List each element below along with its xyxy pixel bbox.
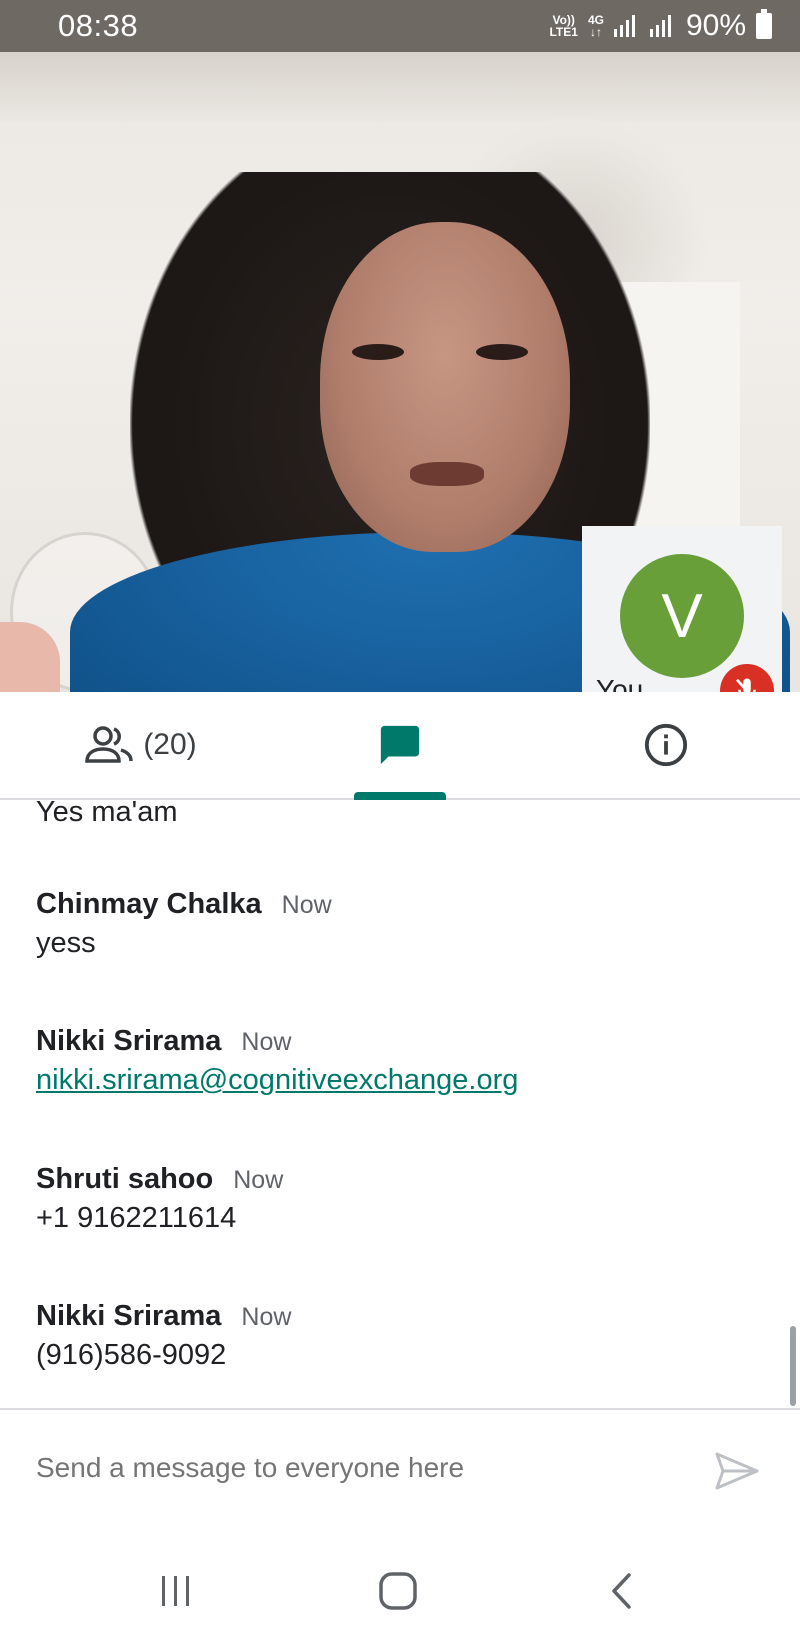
message-text: Yes ma'am bbox=[36, 800, 178, 828]
active-tab-indicator bbox=[354, 792, 446, 800]
recent-apps-icon bbox=[162, 1576, 189, 1606]
signal-icon bbox=[613, 15, 635, 37]
self-view-tile[interactable]: V You bbox=[582, 526, 782, 692]
message-sender: Nikki Srirama bbox=[36, 1025, 222, 1057]
back-icon bbox=[612, 1573, 631, 1609]
self-avatar: V bbox=[620, 554, 744, 678]
send-icon bbox=[715, 1452, 759, 1490]
recent-apps-button[interactable] bbox=[146, 1566, 206, 1616]
eye bbox=[352, 344, 404, 360]
message-time: Now bbox=[281, 891, 332, 919]
main-video-feed[interactable]: V You bbox=[0, 52, 800, 692]
chat-icon bbox=[380, 725, 420, 765]
tab-info[interactable] bbox=[626, 692, 706, 798]
back-button[interactable] bbox=[592, 1566, 652, 1616]
chat-message: Chinmay Chalka Now yess bbox=[36, 888, 756, 960]
participant-face bbox=[320, 222, 570, 552]
message-composer bbox=[0, 1408, 800, 1538]
signal-icon-2 bbox=[649, 15, 671, 37]
status-bar: 08:38 Vo)) LTE1 4G ↓↑ 90% bbox=[0, 0, 800, 52]
tab-chat[interactable] bbox=[350, 692, 450, 798]
message-text: +1 9162211614 bbox=[36, 1202, 237, 1234]
home-button[interactable] bbox=[368, 1566, 428, 1616]
chat-message: Nikki Srirama Now nikki.srirama@cognitiv… bbox=[36, 1025, 756, 1097]
home-icon bbox=[379, 1572, 417, 1610]
send-button[interactable] bbox=[712, 1446, 762, 1496]
message-text: yess bbox=[36, 927, 96, 959]
battery-percent: 90% bbox=[685, 9, 746, 42]
message-time: Now bbox=[241, 1303, 292, 1331]
mic-muted-badge bbox=[720, 664, 774, 692]
chat-message: Shruti sahoo Now +1 9162211614 bbox=[36, 1163, 756, 1235]
volte-icon: Vo)) LTE1 bbox=[549, 13, 578, 39]
self-label: You bbox=[596, 674, 644, 692]
chat-messages[interactable]: Yes ma'am Chinmay Chalka Now yess Nikki … bbox=[0, 800, 800, 1408]
message-sender: Shruti sahoo bbox=[36, 1163, 214, 1195]
chat-message: Nikki Srirama Now (916)586-9092 bbox=[36, 1300, 756, 1372]
message-sender: Nikki Srirama bbox=[36, 1300, 222, 1332]
status-time: 08:38 bbox=[58, 8, 139, 43]
chat-scrollbar[interactable] bbox=[790, 1326, 796, 1406]
info-icon bbox=[644, 723, 688, 767]
mic-off-icon bbox=[735, 678, 756, 692]
eye bbox=[476, 344, 528, 360]
message-input[interactable] bbox=[36, 1452, 676, 1484]
network-type-icon: 4G ↓↑ bbox=[587, 13, 604, 39]
status-icons: Vo)) LTE1 4G ↓↑ 90% bbox=[549, 9, 772, 43]
mouth bbox=[410, 462, 484, 486]
message-text: (916)586-9092 bbox=[36, 1339, 227, 1371]
people-icon bbox=[85, 726, 134, 763]
message-email-link[interactable]: nikki.srirama@cognitiveexchange.org bbox=[36, 1064, 756, 1097]
chat-message: Yes ma'am bbox=[36, 800, 756, 829]
message-sender: Chinmay Chalka bbox=[36, 888, 262, 920]
tab-people[interactable]: (20) bbox=[60, 692, 220, 798]
people-count: (20) bbox=[143, 728, 197, 761]
message-time: Now bbox=[241, 1028, 292, 1056]
message-time: Now bbox=[233, 1166, 284, 1194]
battery-icon bbox=[756, 9, 772, 39]
tab-bar: (20) bbox=[0, 692, 800, 800]
system-nav-bar bbox=[0, 1538, 800, 1644]
